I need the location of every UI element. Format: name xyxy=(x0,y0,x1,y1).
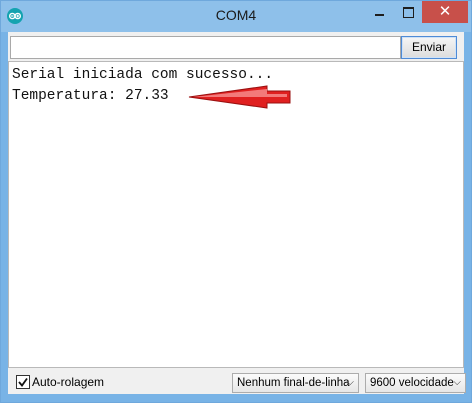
footer-bar: Auto-rolagem Nenhum final-de-linha ⌵ 960… xyxy=(8,370,466,394)
line-ending-select[interactable]: Nenhum final-de-linha ⌵ xyxy=(232,373,359,393)
line-ending-value: Nenhum final-de-linha xyxy=(237,377,350,389)
title-bar[interactable]: COM4 ✕ xyxy=(1,1,471,32)
baud-rate-select[interactable]: 9600 velocidade ⌵ xyxy=(365,373,466,393)
send-input[interactable] xyxy=(10,36,401,59)
maximize-button[interactable] xyxy=(395,1,421,23)
send-button[interactable]: Enviar xyxy=(401,36,457,59)
serial-monitor-window: COM4 ✕ Enviar Serial iniciada com sucess… xyxy=(0,0,472,403)
chevron-down-icon: ⌵ xyxy=(453,377,461,388)
close-icon: ✕ xyxy=(438,2,452,20)
autoscroll-checkbox[interactable] xyxy=(16,375,30,389)
minimize-button[interactable] xyxy=(367,1,393,23)
output-line: Temperatura: 27.33 xyxy=(12,88,169,104)
maximize-icon xyxy=(403,7,414,18)
check-icon xyxy=(18,377,28,387)
autoscroll-label: Auto-rolagem xyxy=(32,375,105,389)
close-button[interactable]: ✕ xyxy=(422,1,468,23)
baud-rate-value: 9600 velocidade xyxy=(370,377,454,389)
chevron-down-icon: ⌵ xyxy=(346,377,354,388)
output-line: Serial iniciada com sucesso... xyxy=(12,67,274,83)
vertical-scrollbar[interactable] xyxy=(447,62,463,367)
serial-output[interactable]: Serial iniciada com sucesso... Temperatu… xyxy=(8,61,464,368)
client-area: Enviar Serial iniciada com sucesso... Te… xyxy=(8,32,466,394)
minimize-icon xyxy=(375,14,384,16)
red-arrow-icon xyxy=(188,85,291,109)
